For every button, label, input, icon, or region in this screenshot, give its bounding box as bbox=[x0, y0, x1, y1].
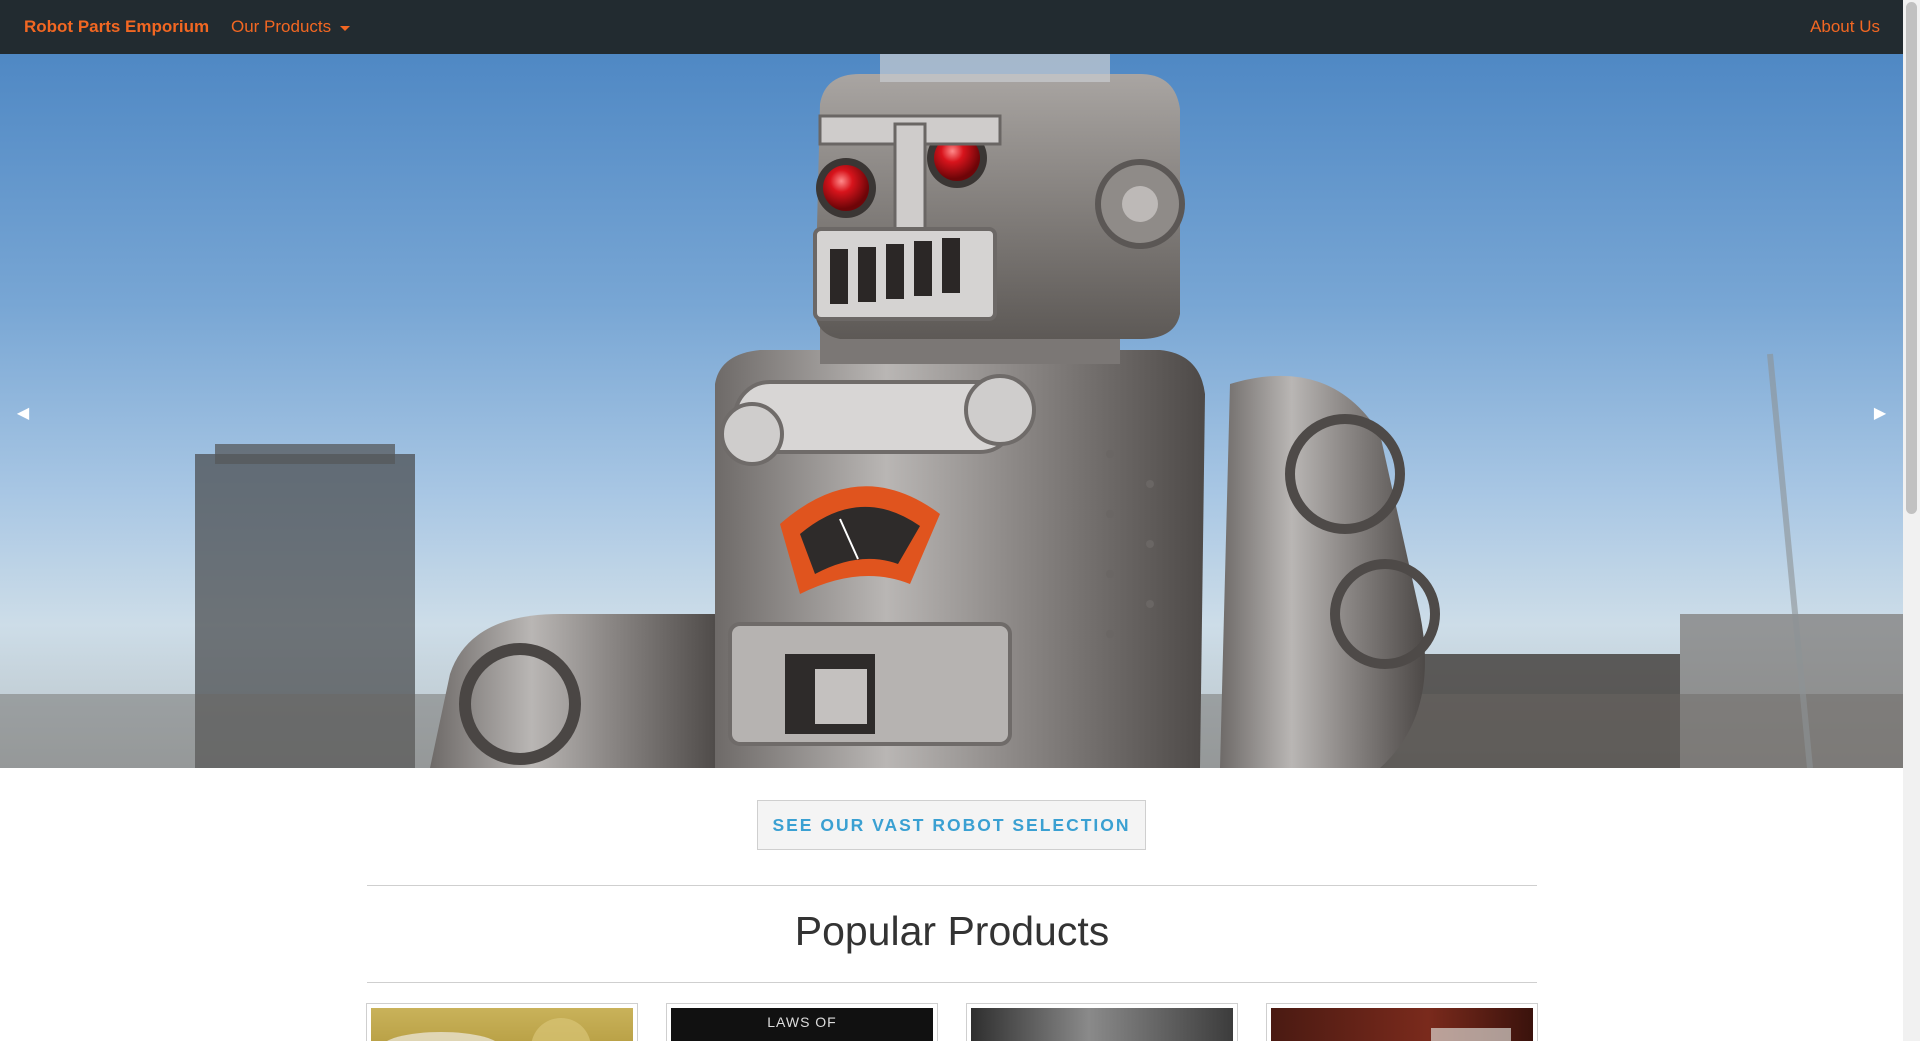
robot-hero-image bbox=[0, 54, 1903, 768]
carousel-prev-icon[interactable]: ◀ bbox=[8, 399, 38, 429]
product-card-2[interactable]: LAWS OF bbox=[666, 1003, 938, 1041]
product-thumbnail: LAWS OF bbox=[671, 1008, 933, 1041]
product-thumbnail bbox=[371, 1008, 633, 1041]
product-4-image bbox=[1431, 1028, 1511, 1041]
our-products-dropdown[interactable]: Our Products bbox=[231, 0, 351, 54]
about-us-link[interactable]: About Us bbox=[1810, 0, 1880, 54]
product-card-1[interactable] bbox=[366, 1003, 638, 1041]
top-navbar: Robot Parts Emporium Our Products About … bbox=[0, 0, 1903, 54]
product-caption: LAWS OF bbox=[767, 1014, 837, 1030]
product-card-3[interactable] bbox=[966, 1003, 1238, 1041]
product-card-4[interactable] bbox=[1266, 1003, 1538, 1041]
brand-link[interactable]: Robot Parts Emporium bbox=[24, 0, 209, 54]
product-1-image bbox=[387, 1018, 591, 1041]
page: Robot Parts Emporium Our Products About … bbox=[0, 0, 1920, 1041]
hero-carousel: ◀ ▶ bbox=[0, 54, 1903, 768]
popular-products-heading: Popular Products bbox=[794, 908, 1110, 954]
caret-down-icon bbox=[340, 25, 351, 31]
scrollbar-thumb[interactable] bbox=[1906, 2, 1917, 514]
product-thumbnail bbox=[1271, 1008, 1533, 1041]
page-scrollbar[interactable] bbox=[1903, 0, 1920, 1041]
carousel-next-icon[interactable]: ▶ bbox=[1865, 399, 1895, 429]
see-robot-selection-button[interactable]: SEE OUR VAST ROBOT SELECTION bbox=[757, 800, 1146, 850]
our-products-label: Our Products bbox=[231, 17, 332, 36]
divider-bottom bbox=[367, 982, 1537, 983]
divider-top bbox=[367, 885, 1537, 886]
product-thumbnail bbox=[971, 1008, 1233, 1041]
